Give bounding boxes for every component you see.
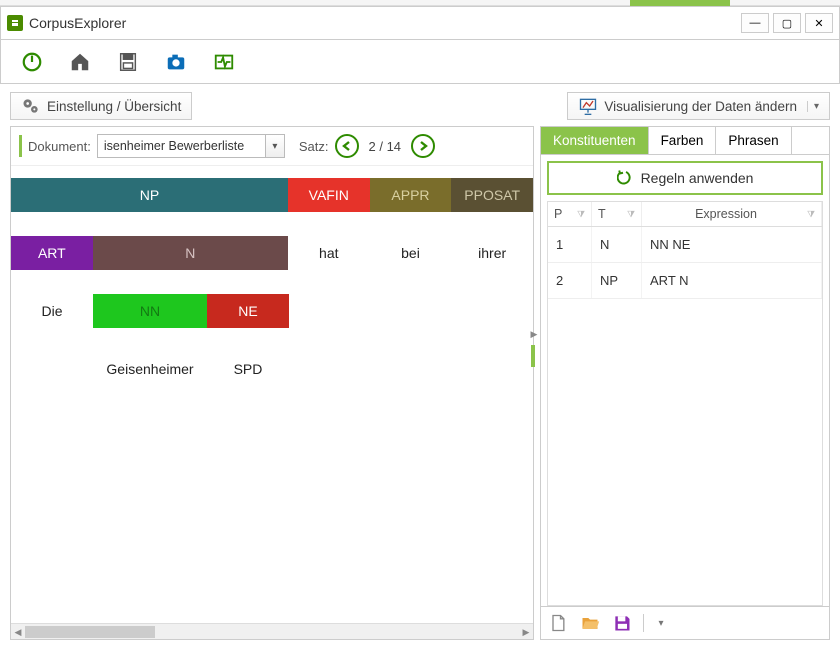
main-toolbar	[0, 40, 840, 84]
tab-phrasen[interactable]: Phrasen	[716, 127, 791, 154]
scrollbar-thumb[interactable]	[25, 626, 155, 638]
column-header-expression[interactable]: Expression⧩	[642, 202, 822, 226]
expand-handle[interactable]: ▶	[529, 327, 539, 341]
chevron-down-icon[interactable]: ▾	[266, 141, 284, 152]
chevron-down-icon[interactable]: ▾	[807, 101, 819, 112]
sentence-indicator: 2 / 14	[365, 139, 406, 154]
window-title: CorpusExplorer	[29, 15, 741, 31]
activity-icon[interactable]	[211, 49, 237, 75]
tree-node[interactable]: N	[93, 236, 288, 270]
right-panel-bottom-toolbar: ▾	[541, 606, 829, 639]
tree-token: hat	[288, 236, 370, 270]
column-header-t[interactable]: T⧩	[592, 202, 642, 226]
cell-e: NN NE	[642, 227, 822, 262]
sentence-label: Satz:	[299, 139, 329, 154]
accent-bar	[19, 135, 22, 157]
change-visualization-button[interactable]: Visualisierung der Daten ändern ▾	[567, 92, 830, 120]
maximize-button[interactable]: ▢	[773, 13, 801, 33]
filter-icon[interactable]: ⧩	[577, 209, 585, 220]
settings-overview-button[interactable]: Einstellung / Übersicht	[10, 92, 192, 120]
tree-token: ihrer	[451, 236, 533, 270]
tree-node[interactable]: ART	[11, 236, 93, 270]
action-row: Einstellung / Übersicht Visualisierung d…	[0, 88, 840, 120]
gears-icon	[21, 97, 41, 115]
tree-row-4: GeisenheimerSPD	[11, 340, 533, 398]
accent-bar	[531, 345, 535, 367]
close-button[interactable]: ✕	[805, 13, 833, 33]
tree-node[interactable]: NN	[93, 294, 207, 328]
document-nav-bar: Dokument: isenheimer Bewerberliste ▾ Sat…	[11, 127, 533, 166]
refresh-icon	[617, 169, 635, 187]
new-file-icon[interactable]	[547, 612, 569, 634]
scroll-left-arrow[interactable]: ◀	[11, 624, 25, 640]
document-select[interactable]: isenheimer Bewerberliste ▾	[97, 134, 285, 158]
tab-konstituenten[interactable]: Konstituenten	[541, 127, 649, 154]
tree-token: Die	[11, 294, 93, 328]
filter-icon[interactable]: ⧩	[627, 209, 635, 220]
filter-icon[interactable]: ⧩	[807, 209, 815, 220]
table-row[interactable]: 1NNN NE	[548, 227, 822, 263]
power-icon[interactable]	[19, 49, 45, 75]
active-window-tab[interactable]	[630, 0, 730, 6]
save-disk-icon[interactable]	[611, 612, 633, 634]
settings-overview-label: Einstellung / Übersicht	[47, 99, 181, 114]
apply-rules-label: Regeln anwenden	[641, 170, 754, 186]
home-icon[interactable]	[67, 49, 93, 75]
prev-sentence-button[interactable]	[335, 134, 359, 158]
title-bar: CorpusExplorer — ▢ ✕	[0, 6, 840, 40]
tree-row-3: DieNNNE	[11, 282, 533, 340]
cell-t: N	[592, 227, 642, 262]
tree-token	[11, 352, 93, 386]
toolbar-separator	[643, 614, 644, 632]
save-icon[interactable]	[115, 49, 141, 75]
column-header-p[interactable]: P⧩	[548, 202, 592, 226]
next-sentence-button[interactable]	[411, 134, 435, 158]
tree-node[interactable]: PPOSAT	[451, 178, 533, 212]
tree-row-1: NPVAFINAPPRPPOSAT	[11, 166, 533, 224]
tree-token: bei	[370, 236, 452, 270]
open-folder-icon[interactable]	[579, 612, 601, 634]
left-panel: Dokument: isenheimer Bewerberliste ▾ Sat…	[10, 126, 534, 640]
cell-t: NP	[592, 263, 642, 298]
tree-token: SPD	[207, 352, 289, 386]
horizontal-scrollbar[interactable]: ◀ ▶	[11, 623, 533, 639]
cell-p: 1	[548, 227, 592, 262]
camera-icon[interactable]	[163, 49, 189, 75]
workspace: Dokument: isenheimer Bewerberliste ▾ Sat…	[0, 120, 840, 650]
tree-row-2: ARTNhatbeiihrer	[11, 224, 533, 282]
syntax-tree: NPVAFINAPPRPPOSAT ARTNhatbeiihrer DieNNN…	[11, 166, 533, 623]
right-panel: ▶ Konstituenten Farben Phrasen Regeln an…	[540, 126, 830, 640]
scroll-right-arrow[interactable]: ▶	[519, 624, 533, 640]
app-logo-icon	[7, 15, 23, 31]
rules-grid: P⧩ T⧩ Expression⧩ 1NNN NE2NPART N	[547, 201, 823, 606]
grid-header: P⧩ T⧩ Expression⧩	[548, 202, 822, 227]
tree-token: Geisenheimer	[93, 352, 207, 386]
overflow-menu-icon[interactable]: ▾	[654, 612, 668, 634]
cell-p: 2	[548, 263, 592, 298]
cell-e: ART N	[642, 263, 822, 298]
tab-farben[interactable]: Farben	[649, 127, 717, 154]
table-row[interactable]: 2NPART N	[548, 263, 822, 299]
tree-node[interactable]: APPR	[370, 178, 452, 212]
right-panel-tabs: Konstituenten Farben Phrasen	[541, 127, 829, 155]
tree-node[interactable]: VAFIN	[288, 178, 370, 212]
minimize-button[interactable]: —	[741, 13, 769, 33]
tree-node[interactable]: NP	[11, 178, 288, 212]
document-select-value: isenheimer Bewerberliste	[98, 135, 266, 157]
tree-node[interactable]: NE	[207, 294, 289, 328]
apply-rules-button[interactable]: Regeln anwenden	[547, 161, 823, 195]
document-label: Dokument:	[28, 139, 91, 154]
change-visualization-label: Visualisierung der Daten ändern	[604, 99, 797, 114]
presentation-icon	[578, 97, 598, 115]
